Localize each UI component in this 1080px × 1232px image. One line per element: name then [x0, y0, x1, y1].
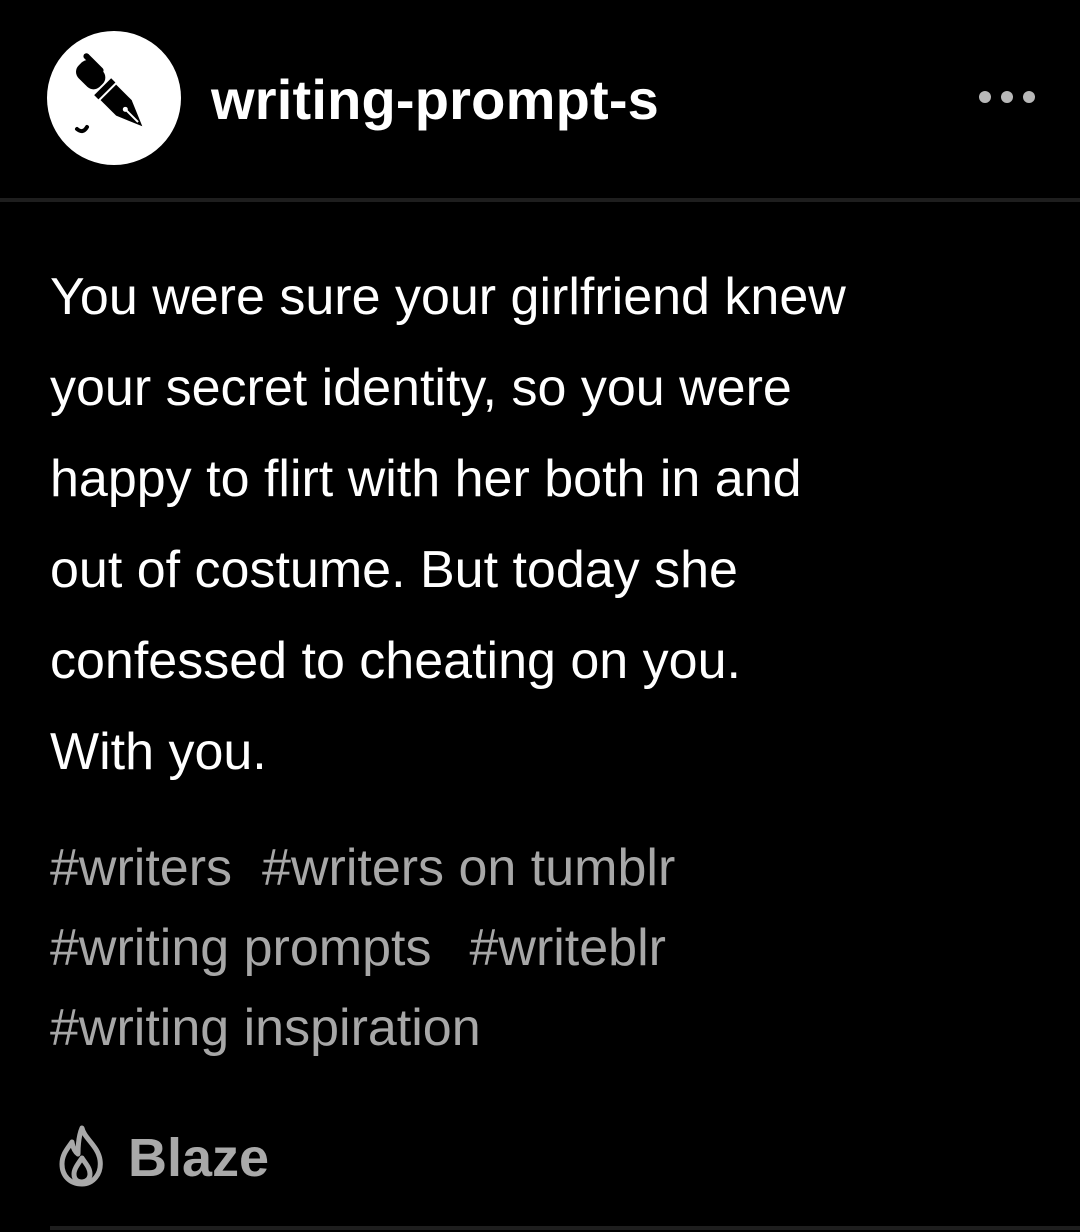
more-dot [1001, 91, 1013, 103]
pen-icon [75, 53, 143, 134]
tag-row: #writing inspiration [50, 988, 1050, 1068]
tag-writing-prompts[interactable]: #writing prompts [50, 919, 431, 977]
post-text-line: your secret identity, so you were [50, 359, 792, 417]
blaze-label: Blaze [128, 1128, 270, 1188]
header-divider [0, 198, 1080, 202]
footer-divider [50, 1226, 1080, 1230]
more-dot [1023, 91, 1035, 103]
tag-writing-inspiration[interactable]: #writing inspiration [50, 999, 481, 1057]
blog-name[interactable]: writing-prompt-s [211, 68, 659, 132]
post-text-line: out of costume. But today she [50, 541, 738, 599]
blog-avatar[interactable] [47, 31, 181, 165]
flame-icon [59, 1125, 103, 1187]
post-body: You were sure your girlfriend knew your … [50, 252, 1050, 798]
tag-writeblr[interactable]: #writeblr [469, 919, 666, 977]
post-text-line: With you. [50, 723, 267, 781]
more-dots-icon [979, 91, 991, 103]
post-tags: #writers #writers on tumblr #writing prom… [50, 828, 1050, 1068]
post-text-line: confessed to cheating on you. [50, 632, 741, 690]
post-text-line: You were sure your girlfriend knew [50, 268, 846, 326]
tag-row: #writers #writers on tumblr [50, 828, 1050, 908]
tag-writers[interactable]: #writers [50, 839, 232, 897]
post-text-line: happy to flirt with her both in and [50, 450, 802, 508]
tag-writers-on-tumblr[interactable]: #writers on tumblr [262, 839, 675, 897]
more-options-button[interactable] [975, 78, 1039, 118]
tag-row: #writing prompts #writeblr [50, 908, 1050, 988]
post-header: writing-prompt-s [0, 0, 1080, 200]
